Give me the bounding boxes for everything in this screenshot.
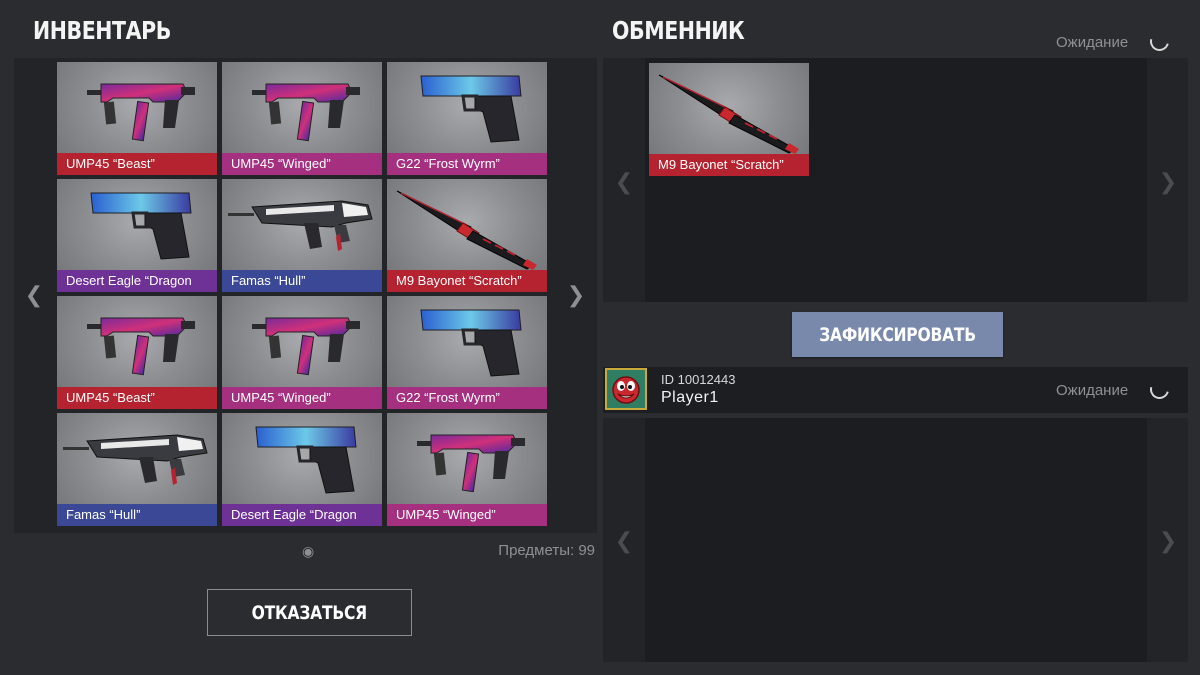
inventory-item[interactable]: G22 “Frost Wyrm”: [387, 62, 547, 175]
inventory-item[interactable]: UMP45 “Beast”: [57, 62, 217, 175]
offered-item[interactable]: M9 Bayonet “Scratch”: [649, 63, 809, 176]
partner-name: Player1: [661, 389, 719, 406]
inventory-item[interactable]: Desert Eagle “Dragon: [57, 179, 217, 292]
knife-icon: [649, 63, 809, 154]
smg-icon: [222, 62, 382, 153]
inventory-item[interactable]: UMP45 “Beast”: [57, 296, 217, 409]
smg-icon: [222, 296, 382, 387]
partner-id: ID 10012443: [661, 372, 736, 387]
item-label: UMP45 “Winged”: [222, 153, 382, 175]
inventory-next-arrow-icon[interactable]: ❯: [558, 280, 594, 310]
exchange-title: ОБМЕННИК: [612, 16, 745, 45]
smg-icon: [57, 296, 217, 387]
pistol-icon: [387, 62, 547, 153]
inventory-item[interactable]: UMP45 “Winged”: [387, 413, 547, 526]
item-label: UMP45 “Winged”: [387, 504, 547, 526]
item-label: M9 Bayonet “Scratch”: [387, 270, 547, 292]
inventory-item[interactable]: Famas “Hull”: [222, 179, 382, 292]
exchange-status: Ожидание: [1056, 34, 1129, 51]
offer-prev-arrow-icon[interactable]: ❮: [606, 167, 642, 197]
partner-status: Ожидание: [1056, 382, 1129, 399]
inventory-item[interactable]: Desert Eagle “Dragon: [222, 413, 382, 526]
inventory-item[interactable]: UMP45 “Winged”: [222, 62, 382, 175]
item-label: UMP45 “Winged”: [222, 387, 382, 409]
inventory-item[interactable]: Famas “Hull”: [57, 413, 217, 526]
rifle-icon: [57, 413, 217, 504]
item-label: G22 “Frost Wyrm”: [387, 153, 547, 175]
offered-item-slot: M9 Bayonet “Scratch”: [649, 63, 809, 176]
partner-prev-arrow-icon[interactable]: ❮: [606, 526, 642, 556]
rifle-icon: [222, 179, 382, 270]
item-label: UMP45 “Beast”: [57, 387, 217, 409]
pistol-icon: [387, 296, 547, 387]
item-label: G22 “Frost Wyrm”: [387, 387, 547, 409]
partner-loading-spinner-icon: [1146, 376, 1173, 403]
item-label: Famas “Hull”: [57, 504, 217, 526]
item-label: Desert Eagle “Dragon: [222, 504, 382, 526]
inventory-item[interactable]: G22 “Frost Wyrm”: [387, 296, 547, 409]
inventory-title: ИНВЕНТАРЬ: [33, 16, 171, 45]
item-label: Famas “Hull”: [222, 270, 382, 292]
partner-next-arrow-icon[interactable]: ❯: [1150, 526, 1186, 556]
partner-row: ID 10012443 Player1 Ожидание: [603, 367, 1188, 413]
item-label: UMP45 “Beast”: [57, 153, 217, 175]
item-label: M9 Bayonet “Scratch”: [649, 154, 809, 176]
pistol-icon: [222, 413, 382, 504]
confirm-button[interactable]: ЗАФИКСИРОВАТЬ: [792, 312, 1003, 357]
red-smiley-avatar-icon: [605, 368, 647, 410]
partner-slots-area: [645, 418, 1147, 662]
inventory-item[interactable]: UMP45 “Winged”: [222, 296, 382, 409]
item-label: Desert Eagle “Dragon: [57, 270, 217, 292]
knife-icon: [387, 179, 547, 270]
items-count: Предметы: 99: [498, 542, 595, 559]
inventory-grid: UMP45 “Beast” UMP45 “Winged” G22 “Frost …: [57, 62, 551, 531]
inventory-prev-arrow-icon[interactable]: ❮: [16, 280, 52, 310]
loading-spinner-icon: [1146, 28, 1173, 55]
cancel-button[interactable]: ОТКАЗАТЬСЯ: [207, 589, 412, 636]
inventory-item[interactable]: M9 Bayonet “Scratch”: [387, 179, 547, 292]
pistol-icon: [57, 179, 217, 270]
smg-icon: [57, 62, 217, 153]
smg-icon: [387, 413, 547, 504]
page-indicator-dot[interactable]: ◉: [302, 543, 314, 560]
offer-next-arrow-icon[interactable]: ❯: [1150, 167, 1186, 197]
